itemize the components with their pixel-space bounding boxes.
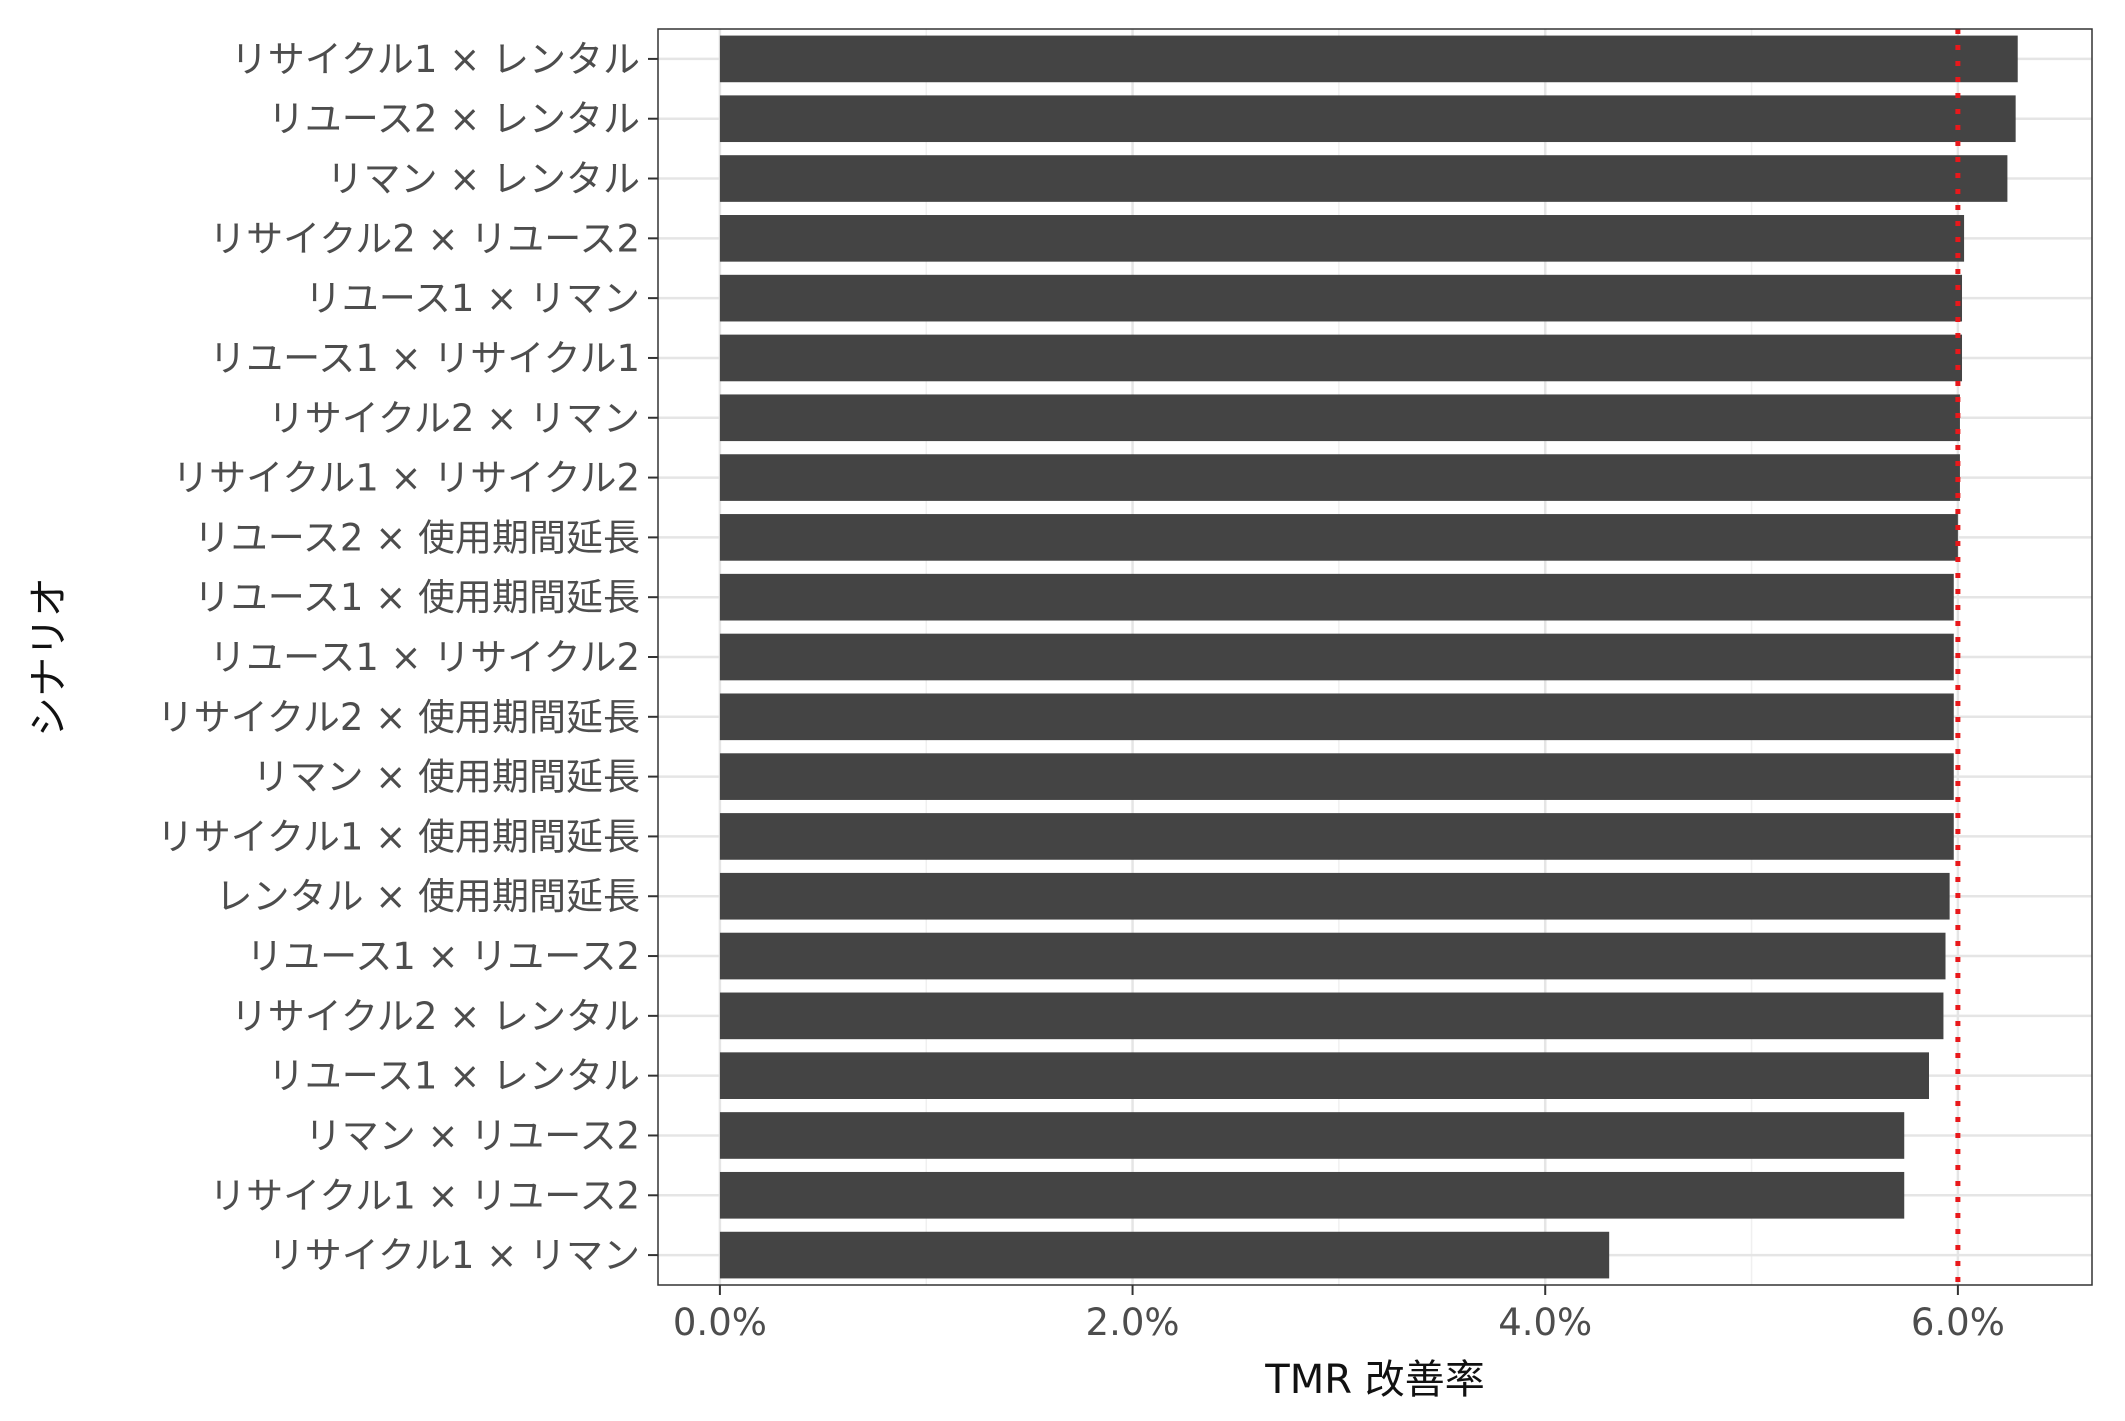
- bar: [719, 514, 1958, 561]
- bar: [719, 215, 1965, 262]
- y-tick-label: リユース1 × リマン: [305, 277, 640, 320]
- y-tick-label: リユース1 × リユース2: [246, 935, 640, 978]
- y-tick-label: リサイクル2 × レンタル: [231, 995, 640, 1038]
- bar: [719, 35, 2018, 83]
- x-tick-label: 0.0%: [673, 1301, 767, 1344]
- y-tick-label: レンタル × 使用期間延長: [215, 875, 640, 918]
- y-tick-label: リサイクル2 × リマン: [268, 397, 640, 440]
- bar: [719, 753, 1954, 800]
- bar: [719, 1112, 1905, 1159]
- bar: [719, 274, 1963, 322]
- bar: [719, 573, 1954, 621]
- bar: [719, 872, 1950, 920]
- x-axis: 0.0% 2.0% 4.0% 6.0%: [673, 1285, 2005, 1344]
- y-tick-label: リユース1 × レンタル: [268, 1055, 640, 1098]
- bar: [719, 1052, 1929, 1099]
- bar: [719, 932, 1946, 980]
- y-tick-label: リマン × レンタル: [326, 158, 640, 201]
- x-tick-label: 6.0%: [1911, 1301, 2005, 1344]
- y-tick-label: リサイクル2 × 使用期間延長: [157, 696, 640, 739]
- y-tick-label: リユース2 × レンタル: [268, 98, 640, 141]
- y-tick-label: リユース2 × 使用期間延長: [194, 516, 640, 559]
- y-tick-label: リユース1 × リサイクル1: [209, 337, 640, 380]
- x-tick-label: 2.0%: [1086, 1301, 1180, 1344]
- y-tick-label: リユース1 × 使用期間延長: [194, 576, 640, 619]
- bar-chart-svg: リサイクル1 × レンタルリユース2 × レンタルリマン × レンタルリサイクル…: [26, 28, 2093, 1403]
- bar: [719, 693, 1954, 741]
- x-tick-label: 4.0%: [1498, 1301, 1592, 1344]
- y-tick-label: リサイクル1 × リユース2: [209, 1174, 640, 1217]
- chart: リサイクル1 × レンタルリユース2 × レンタルリマン × レンタルリサイクル…: [0, 0, 2125, 1417]
- y-tick-label: リマン × 使用期間延長: [252, 756, 640, 799]
- bar: [719, 334, 1963, 382]
- y-tick-label: リサイクル1 × リサイクル2: [172, 457, 640, 500]
- y-tick-label: リサイクル1 × 使用期間延長: [157, 815, 640, 858]
- bar: [719, 454, 1960, 501]
- bar: [719, 992, 1944, 1040]
- y-tick-label: リマン × リユース2: [305, 1114, 640, 1157]
- y-axis-title: シナリオ: [26, 577, 72, 737]
- y-axis: リサイクル1 × レンタルリユース2 × レンタルリマン × レンタルリサイクル…: [157, 38, 658, 1277]
- bar: [719, 813, 1954, 860]
- y-tick-label: リサイクル1 × レンタル: [231, 38, 640, 81]
- y-tick-label: リユース1 × リサイクル2: [209, 636, 640, 679]
- x-axis-title: TMR 改善率: [1264, 1357, 1484, 1403]
- bar: [719, 155, 2008, 202]
- bars: [719, 35, 2018, 1279]
- bar: [719, 95, 2016, 143]
- y-tick-label: リサイクル1 × リマン: [268, 1234, 640, 1277]
- bar: [719, 633, 1954, 681]
- bar: [719, 1231, 1610, 1279]
- bar: [719, 1171, 1905, 1219]
- y-tick-label: リサイクル2 × リユース2: [209, 217, 640, 260]
- bar: [719, 394, 1960, 442]
